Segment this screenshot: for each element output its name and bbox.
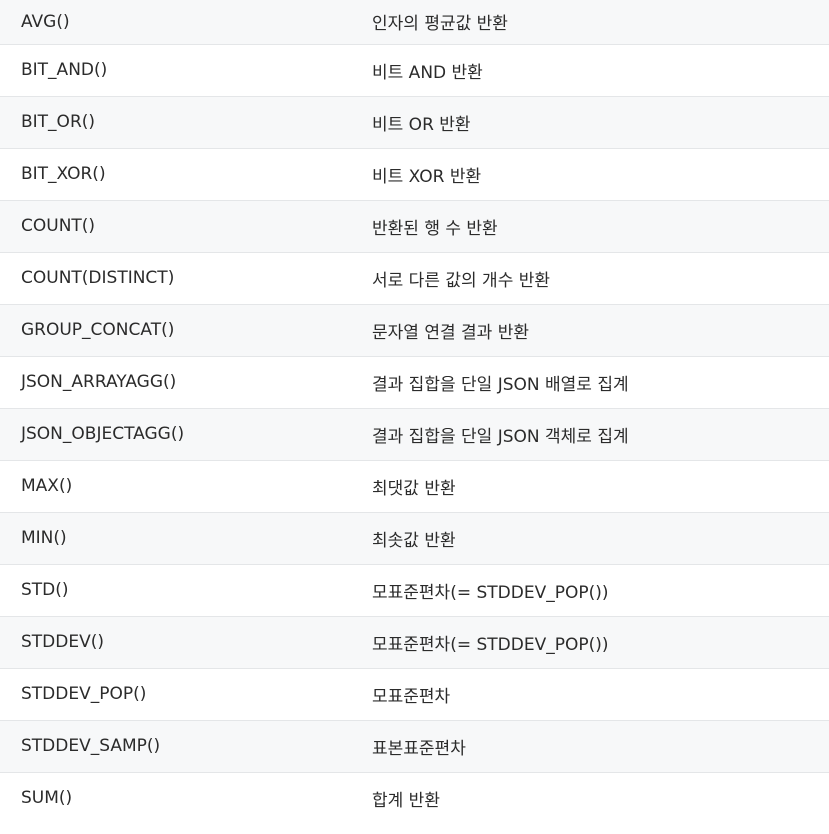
table-row: BIT_XOR() 비트 XOR 반환 xyxy=(0,147,829,200)
function-description-cell: 인자의 평균값 반환 xyxy=(372,14,508,35)
table-row: GROUP_CONCAT() 문자열 연결 결과 반환 xyxy=(0,303,829,356)
table-row: STDDEV_POP() 모표준편차 xyxy=(0,667,829,720)
table-row: SUM() 합계 반환 xyxy=(0,771,829,824)
function-name-cell: MIN() xyxy=(0,511,372,564)
table-row: COUNT(DISTINCT) 서로 다른 값의 개수 반환 xyxy=(0,251,829,304)
aggregate-function-table: AVG() 인자의 평균값 반환 BIT_AND() 비트 AND 반환 BIT… xyxy=(0,0,829,824)
table-row: JSON_OBJECTAGG() 결과 집합을 단일 JSON 객체로 집계 xyxy=(0,407,829,460)
function-name-cell: JSON_ARRAYAGG() xyxy=(0,355,372,408)
function-name-cell: COUNT() xyxy=(0,199,372,252)
table-row: BIT_AND() 비트 AND 반환 xyxy=(0,43,829,96)
function-name-cell: STDDEV_POP() xyxy=(0,667,372,720)
function-name-cell: COUNT(DISTINCT) xyxy=(0,251,372,304)
function-description-cell: 최댓값 반환 xyxy=(372,459,829,512)
function-name-cell: GROUP_CONCAT() xyxy=(0,303,372,356)
function-description-cell: 모표준편차(= STDDEV_POP()) xyxy=(372,563,829,616)
function-name-cell: MAX() xyxy=(0,459,372,512)
function-name-cell: BIT_AND() xyxy=(0,43,372,96)
function-name-cell: AVG() xyxy=(21,11,70,32)
function-name-cell: STDDEV() xyxy=(0,615,372,668)
table-row: MIN() 최솟값 반환 xyxy=(0,511,829,564)
table-row: JSON_ARRAYAGG() 결과 집합을 단일 JSON 배열로 집계 xyxy=(0,355,829,408)
function-description-cell: 문자열 연결 결과 반환 xyxy=(372,303,829,356)
function-description-cell: 반환된 행 수 반환 xyxy=(372,199,829,252)
table-row: AVG() 인자의 평균값 반환 xyxy=(0,0,829,44)
function-name-cell: JSON_OBJECTAGG() xyxy=(0,407,372,460)
function-description-cell: 결과 집합을 단일 JSON 배열로 집계 xyxy=(372,355,829,408)
table-row: MAX() 최댓값 반환 xyxy=(0,459,829,512)
function-name-cell: STDDEV_SAMP() xyxy=(0,719,372,772)
table-row: COUNT() 반환된 행 수 반환 xyxy=(0,199,829,252)
function-description-cell: 비트 OR 반환 xyxy=(372,95,829,148)
table-row: STDDEV_SAMP() 표본표준편차 xyxy=(0,719,829,772)
function-description-cell: 합계 반환 xyxy=(372,771,829,824)
function-name-cell: SUM() xyxy=(0,771,372,824)
table-body: AVG() 인자의 평균값 반환 BIT_AND() 비트 AND 반환 BIT… xyxy=(0,0,829,824)
table-row: STD() 모표준편차(= STDDEV_POP()) xyxy=(0,563,829,616)
function-description-cell: 서로 다른 값의 개수 반환 xyxy=(372,251,829,304)
function-description-cell: 비트 XOR 반환 xyxy=(372,147,829,200)
function-name-cell: BIT_OR() xyxy=(0,95,372,148)
table-row: STDDEV() 모표준편차(= STDDEV_POP()) xyxy=(0,615,829,668)
function-description-cell: 표본표준편차 xyxy=(372,719,829,772)
function-name-cell: BIT_XOR() xyxy=(0,147,372,200)
function-description-cell: 모표준편차 xyxy=(372,667,829,720)
function-name-cell: STD() xyxy=(0,563,372,616)
function-description-cell: 비트 AND 반환 xyxy=(372,43,829,96)
function-description-cell: 최솟값 반환 xyxy=(372,511,829,564)
function-description-cell: 모표준편차(= STDDEV_POP()) xyxy=(372,615,829,668)
function-description-cell: 결과 집합을 단일 JSON 객체로 집계 xyxy=(372,407,829,460)
table-row: BIT_OR() 비트 OR 반환 xyxy=(0,95,829,148)
